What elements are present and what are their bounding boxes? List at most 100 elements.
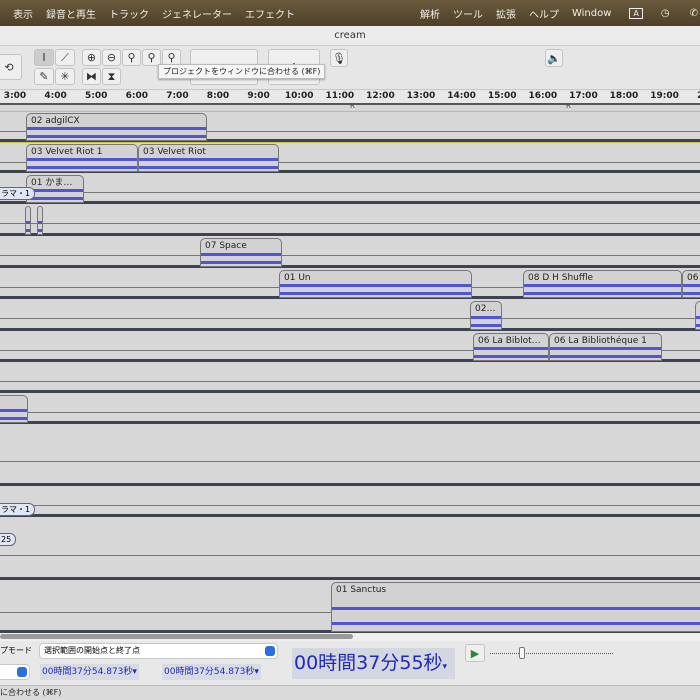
channel-divider <box>0 461 700 462</box>
audio-clip[interactable]: 03 Velvet Riot <box>138 144 279 172</box>
menu-extra[interactable]: 拡張 <box>496 6 516 21</box>
audio-clip[interactable]: 07 Space <box>200 238 282 267</box>
ruler-tick-label: 16:00 <box>528 91 558 101</box>
label-badge[interactable]: ラマ・1 <box>0 187 36 200</box>
play-at-speed-button[interactable]: ▶ <box>465 644 485 662</box>
clip-title[interactable]: 03 Velvet Riot 1 <box>27 145 137 157</box>
loop-button[interactable]: ⟲ <box>0 54 22 80</box>
channel-divider <box>0 555 700 556</box>
waveform <box>26 229 30 232</box>
fit-selection-icon[interactable]: ⚲ <box>122 49 141 66</box>
clip-title[interactable]: 06 La Bibliothéque 1 <box>550 334 661 346</box>
multi-tool-icon[interactable]: ✳ <box>55 68 75 85</box>
selection-end-time[interactable]: 00時間37分54.873秒▾ <box>162 664 261 680</box>
label-badge[interactable]: 25 <box>0 533 17 546</box>
menu-view[interactable]: 表示 <box>13 6 33 21</box>
channel-divider <box>0 223 700 224</box>
clip-title[interactable] <box>38 207 42 219</box>
waveform <box>683 292 700 295</box>
select-stepper-icon <box>265 646 275 656</box>
speed-slider-handle[interactable] <box>519 647 525 659</box>
clip-title[interactable]: 01 かま… <box>27 176 83 188</box>
waveform <box>524 292 681 295</box>
audio-track[interactable] <box>0 173 700 204</box>
audio-track[interactable] <box>0 517 700 580</box>
clip-title[interactable]: 03 Velvet Riot <box>139 145 278 157</box>
menu-help[interactable]: ヘルプ <box>529 6 559 21</box>
clip-title[interactable] <box>0 396 27 408</box>
ruler-tick-label: 5:00 <box>84 91 108 101</box>
audio-clip[interactable]: 08 D H Shuffle <box>523 270 682 298</box>
ruler-tick-label: 15:00 <box>487 91 517 101</box>
clock-icon[interactable]: ◷ <box>661 8 670 19</box>
audio-clip[interactable]: 01 かま… <box>26 175 84 203</box>
clip-title[interactable]: 01 Sanctus <box>332 583 700 595</box>
audio-clip[interactable]: 06 <box>682 270 700 298</box>
selection-mode-select[interactable]: 選択範囲の開始点と終了点 <box>39 643 278 659</box>
speed-slider[interactable] <box>490 653 613 654</box>
audio-clip[interactable] <box>0 395 28 423</box>
audio-track[interactable] <box>0 424 700 486</box>
audio-track[interactable] <box>0 486 700 517</box>
audio-clip[interactable]: 02… <box>470 301 502 330</box>
menu-tracks[interactable]: トラック <box>109 6 149 21</box>
clip-title[interactable] <box>696 302 700 314</box>
zoom-in-icon[interactable]: ⊕ <box>82 49 101 66</box>
select-tool-icon[interactable]: I <box>34 49 54 66</box>
waveform <box>332 622 700 625</box>
audio-clip[interactable] <box>695 301 700 330</box>
ruler-tick-label: 10:00 <box>284 91 314 101</box>
input-source-icon[interactable]: A <box>629 7 643 19</box>
waveform <box>27 197 83 200</box>
toolbar: ⟲ I ⟋ ✎ ✳ ⊕ ⊖ ⚲ ⚲ ⚲ ⧓ ⧗ 🔈▾ ⇡ 🎙 LR -54-48… <box>0 46 700 110</box>
audio-clip[interactable] <box>37 206 43 235</box>
waveform <box>27 166 137 169</box>
audio-track[interactable] <box>0 393 700 424</box>
clip-title[interactable]: 07 Space <box>201 239 281 251</box>
audio-track[interactable] <box>0 362 700 393</box>
trim-icon[interactable]: ⧓ <box>82 68 101 85</box>
ruler-tick-label: 8:00 <box>206 91 230 101</box>
audio-clip[interactable]: 06 La Biblot… <box>473 333 549 361</box>
envelope-tool-icon[interactable]: ⟋ <box>55 49 75 66</box>
label-badge[interactable]: ラマ・1 <box>0 503 36 516</box>
menu-transport[interactable]: 録音と再生 <box>46 6 96 21</box>
speaker-icon[interactable]: 🔈 <box>545 49 563 67</box>
zoom-out-icon[interactable]: ⊖ <box>102 49 121 66</box>
menu-effect[interactable]: エフェクト <box>245 6 295 21</box>
phone-icon[interactable]: ✆ <box>690 8 698 19</box>
audio-clip[interactable]: 01 Sanctus <box>331 582 700 632</box>
microphone-icon[interactable]: 🎙 <box>330 49 348 67</box>
selection-start-time[interactable]: 00時間37分54.873秒▾ <box>40 664 139 680</box>
clip-title[interactable]: 08 D H Shuffle <box>524 271 681 283</box>
scrollbar-thumb[interactable] <box>0 634 353 639</box>
clip-title[interactable]: 06 La Biblot… <box>474 334 548 346</box>
clip-title[interactable]: 02 adgilCX <box>27 114 206 126</box>
menu-generate[interactable]: ジェネレーター <box>162 6 232 21</box>
clip-title[interactable] <box>26 207 30 219</box>
audio-track[interactable] <box>0 204 700 236</box>
draw-tool-icon[interactable]: ✎ <box>34 68 54 85</box>
menu-analyze[interactable]: 解析 <box>420 6 440 21</box>
snap-select[interactable] <box>0 664 30 680</box>
audio-clip[interactable]: 01 Un <box>279 270 472 298</box>
ruler-tick-label: 14:00 <box>447 91 476 101</box>
audio-track[interactable] <box>0 236 700 268</box>
clip-title[interactable]: 02… <box>471 302 501 314</box>
audio-clip[interactable]: 02 adgilCX <box>26 113 207 141</box>
ruler-tick-label: 13:00 <box>406 91 436 101</box>
audio-position-time[interactable]: 00時間37分55秒▾ <box>292 648 455 679</box>
audio-track[interactable] <box>0 299 700 331</box>
silence-icon[interactable]: ⧗ <box>102 68 121 85</box>
audio-clip[interactable] <box>25 206 31 235</box>
clip-title[interactable]: 01 Un <box>280 271 471 283</box>
timeline-ruler[interactable]: 3:00 4:00 5:00 6:00 7:00 8:00 9:00 10:00 11:00 12… <box>0 90 700 105</box>
clip-title[interactable]: 06 <box>683 271 700 283</box>
menu-tools[interactable]: ツール <box>453 6 483 21</box>
waveform <box>683 284 700 287</box>
ruler-tick-label: 7:00 <box>166 91 189 101</box>
menu-window[interactable]: Window <box>572 8 611 19</box>
ruler-tick-label: 19:00 <box>650 91 679 101</box>
audio-clip[interactable]: 06 La Bibliothéque 1 <box>549 333 662 361</box>
audio-clip[interactable]: 03 Velvet Riot 1 <box>26 144 138 172</box>
